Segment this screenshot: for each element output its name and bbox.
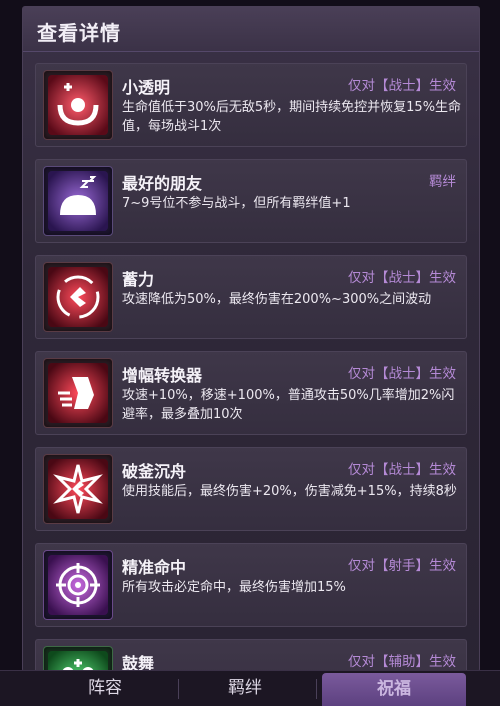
list-item-cheer[interactable]: 鼓舞 仅对【辅助】生效 xyxy=(35,639,467,672)
blessing-list[interactable]: 小透明 仅对【战士】生效 生命值低于30%后无敌5秒，期间持续免控并恢复15%生… xyxy=(35,63,467,672)
list-item-precision[interactable]: 精准命中 仅对【射手】生效 所有攻击必定命中，最终伤害增加15% xyxy=(35,543,467,627)
invincible-icon xyxy=(43,70,113,140)
item-name: 蓄力 xyxy=(122,270,155,289)
list-item-charge[interactable]: 蓄力 仅对【战士】生效 攻速降低为50%，最终伤害在200%~300%之间波动 xyxy=(35,255,467,339)
item-desc: 攻速降低为50%，最终伤害在200%~300%之间波动 xyxy=(122,292,432,307)
item-tag: 羁绊 xyxy=(429,174,456,190)
panel-title: 查看详情 xyxy=(37,21,121,45)
item-name: 精准命中 xyxy=(122,558,187,577)
item-tag: 仅对【战士】生效 xyxy=(348,366,456,382)
list-item-invisible[interactable]: 小透明 仅对【战士】生效 生命值低于30%后无敌5秒，期间持续免控并恢复15%生… xyxy=(35,63,467,147)
crosshair-icon xyxy=(43,550,113,620)
list-item-best-friend[interactable]: 最好的朋友 羁绊 7~9号位不参与战斗，但所有羁绊值+1 xyxy=(35,159,467,243)
item-tag: 仅对【战士】生效 xyxy=(348,270,456,286)
item-name: 最好的朋友 xyxy=(122,174,203,193)
tab-lineup[interactable]: 阵容 xyxy=(40,671,170,706)
item-desc: 生命值低于30%后无敌5秒，期间持续免控并恢复15%生命值，每场战斗1次 xyxy=(122,100,462,134)
item-desc: 使用技能后，最终伤害+20%，伤害减免+15%，持续8秒 xyxy=(122,484,457,499)
detail-panel: 查看详情 小透明 仅对【战士】生效 生命值低于30%后无敌5秒，期间持续免控并恢… xyxy=(22,6,480,672)
tab-bond[interactable]: 羁绊 xyxy=(180,671,310,706)
burst-icon xyxy=(43,454,113,524)
tab-blessing[interactable]: 祝福 xyxy=(322,673,466,706)
item-desc: 7~9号位不参与战斗，但所有羁绊值+1 xyxy=(122,196,351,211)
list-item-all-in[interactable]: 破釜沉舟 仅对【战士】生效 使用技能后，最终伤害+20%，伤害减免+15%，持续… xyxy=(35,447,467,531)
speed-boot-icon xyxy=(43,358,113,428)
item-name: 小透明 xyxy=(122,78,171,97)
item-name: 增幅转换器 xyxy=(122,366,203,385)
item-tag: 仅对【射手】生效 xyxy=(348,558,456,574)
item-name: 破釜沉舟 xyxy=(122,462,187,481)
item-desc: 所有攻击必定命中，最终伤害增加15% xyxy=(122,580,346,595)
sleeping-blob-icon xyxy=(43,166,113,236)
charge-swirl-icon xyxy=(43,262,113,332)
panel-header: 查看详情 xyxy=(23,7,479,52)
tab-divider xyxy=(316,679,317,699)
bottom-tab-bar: 阵容 羁绊 祝福 xyxy=(0,670,500,706)
item-name: 鼓舞 xyxy=(122,654,155,672)
cheer-icon xyxy=(43,646,113,671)
item-tag: 仅对【战士】生效 xyxy=(348,78,456,94)
item-desc: 攻速+10%，移速+100%，普通攻击50%几率增加2%闪避率，最多叠加10次 xyxy=(122,388,455,422)
item-tag: 仅对【战士】生效 xyxy=(348,462,456,478)
list-item-amplifier[interactable]: 增幅转换器 仅对【战士】生效 攻速+10%，移速+100%，普通攻击50%几率增… xyxy=(35,351,467,435)
tab-divider xyxy=(178,679,179,699)
item-tag: 仅对【辅助】生效 xyxy=(348,654,456,670)
